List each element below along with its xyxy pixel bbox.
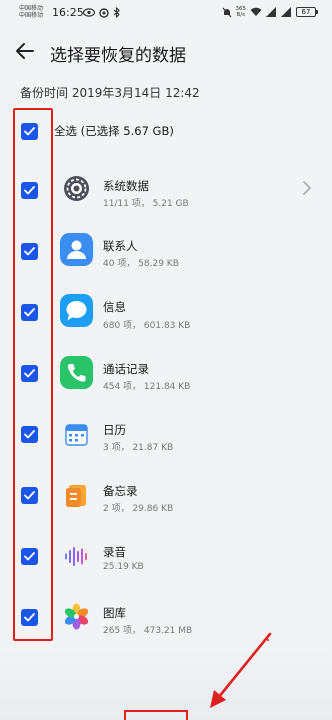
wifi-icon [250,7,262,16]
item-title-recorder: 录音 [103,545,126,559]
carrier-2: 中国移动 [19,12,44,19]
item-title-messages: 信息 [103,300,126,314]
item-subtitle-messages: 680 项， 601.83 KB [103,321,191,331]
bluetooth-icon [113,7,120,18]
call-log-icon [60,356,93,389]
ring-icon [99,7,109,18]
item-title-contacts: 联系人 [103,239,138,253]
annotation-checkbox-highlight [13,108,53,641]
status-time: 16:25 [52,6,84,19]
battery-indicator: 67 [296,7,318,17]
status-right-icons: 365 B/s 67 [222,6,318,18]
item-subtitle-system-data: 11/11 项， 5.21 GB [103,199,189,209]
carrier-info: 中国移动 中国移动 [19,5,43,19]
item-subtitle-gallery: 265 项， 473.21 MB [103,626,193,636]
item-subtitle-notes: 2 项， 29.86 KB [103,504,174,514]
chevron-right-icon[interactable] [302,181,312,195]
calendar-icon [60,418,93,451]
carrier-1: 中国移动 [19,5,44,12]
mute-icon [222,7,231,17]
page-title: 选择要恢复的数据 [50,46,186,66]
contacts-icon [60,233,93,266]
item-title-system-data: 系统数据 [103,179,149,193]
recorder-icon [60,540,93,573]
messages-icon [60,294,93,327]
gallery-icon [60,600,93,633]
item-subtitle-recorder: 25.19 KB [103,562,144,572]
item-title-gallery: 图库 [103,606,126,620]
item-title-call-log: 通话记录 [103,362,149,376]
item-title-notes: 备忘录 [103,484,138,498]
notes-icon [60,479,93,512]
annotation-button-highlight [124,710,188,720]
item-title-calendar: 日历 [103,423,126,437]
eye-icon [83,8,95,17]
signal-icon [266,7,276,17]
status-left-icons [83,7,120,18]
status-bar: 中国移动 中国移动 16:25 365 B/s 67 [0,0,332,26]
item-subtitle-contacts: 40 项， 58.29 KB [103,259,179,269]
backup-time: 备份时间 2019年3月14日 12:42 [20,86,200,100]
back-arrow-icon[interactable] [14,40,36,62]
select-all-label[interactable]: 全选 (已选择 5.67 GB) [54,123,174,139]
system-data-gear-icon [60,172,93,205]
item-subtitle-call-log: 454 项， 121.84 KB [103,382,191,392]
signal-icon-2 [281,7,291,17]
annotation-arrow-icon [210,632,272,708]
item-subtitle-calendar: 3 项， 21.87 KB [103,443,174,453]
net-speed: 365 B/s [235,6,247,18]
